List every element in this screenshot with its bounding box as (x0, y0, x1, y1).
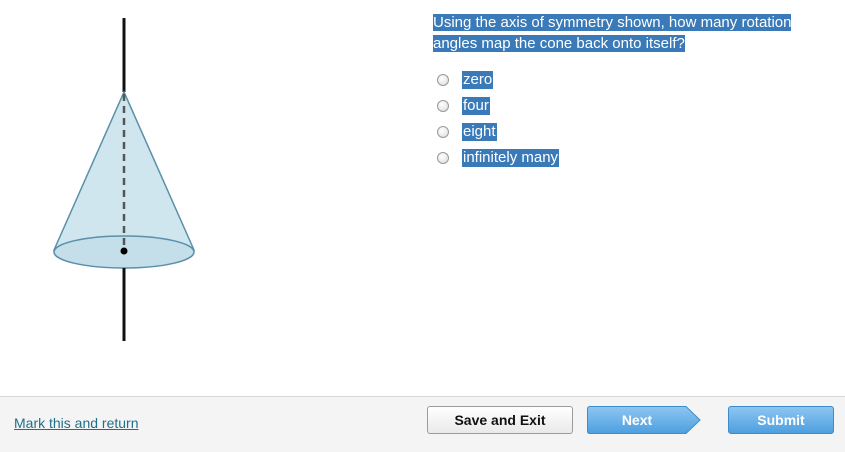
option-label[interactable]: infinitely many (462, 149, 560, 167)
submit-button[interactable]: Submit (728, 406, 834, 434)
option-label[interactable]: four (462, 97, 490, 115)
next-button[interactable]: Next (587, 406, 701, 434)
option-label[interactable]: zero (462, 71, 494, 89)
footer-bar: Mark this and return Save and Exit Next … (0, 396, 845, 452)
question-page: Using the axis of symmetry shown, how ma… (0, 0, 845, 452)
save-and-exit-button[interactable]: Save and Exit (427, 406, 573, 434)
option-eight[interactable]: eight (437, 119, 559, 145)
next-label: Next (621, 412, 653, 428)
mark-and-return-link[interactable]: Mark this and return (14, 415, 139, 431)
question-text: Using the axis of symmetry shown, how ma… (433, 12, 813, 54)
question-line-1: Using the axis of symmetry shown, how ma… (433, 14, 792, 31)
option-four[interactable]: four (437, 93, 559, 119)
radio-button[interactable] (437, 100, 449, 112)
question-line-2: angles map the cone back onto itself? (433, 35, 685, 52)
radio-button[interactable] (437, 74, 449, 86)
save-and-exit-label: Save and Exit (454, 412, 546, 428)
cone-figure (53, 18, 195, 341)
base-center-dot (120, 247, 128, 255)
radio-button[interactable] (437, 152, 449, 164)
option-infinitely-many[interactable]: infinitely many (437, 145, 560, 171)
answer-options: zero four eight infinitely many (437, 67, 560, 171)
option-zero[interactable]: zero (437, 67, 559, 93)
option-label[interactable]: eight (462, 123, 497, 141)
radio-button[interactable] (437, 126, 449, 138)
submit-label: Submit (757, 412, 805, 428)
